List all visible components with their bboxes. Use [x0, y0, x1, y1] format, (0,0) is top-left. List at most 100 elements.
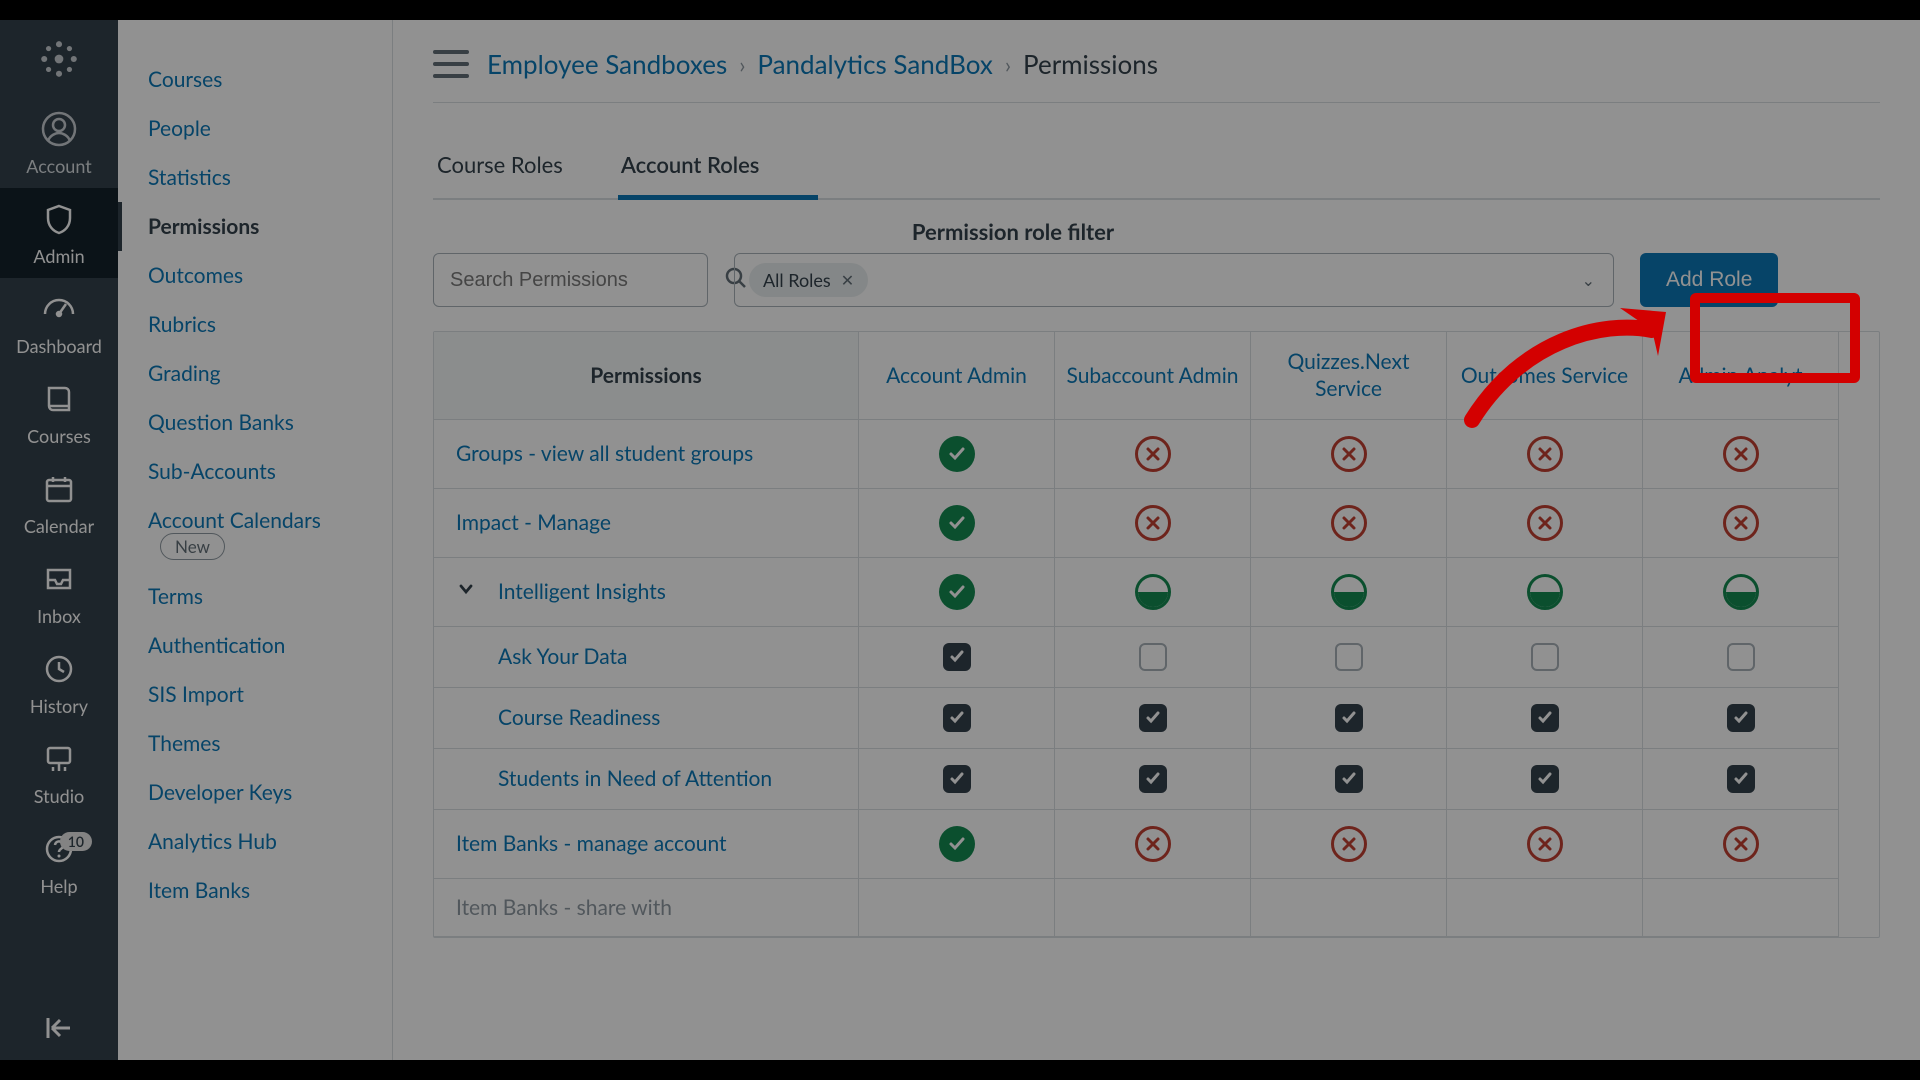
subnav-item-sub-accounts[interactable]: Sub-Accounts: [118, 447, 392, 496]
perm-row-name[interactable]: Intelligent Insights: [434, 558, 859, 627]
perm-checkbox-checked[interactable]: [1727, 765, 1755, 793]
nav-admin-label: Admin: [33, 245, 84, 267]
subnav-item-statistics[interactable]: Statistics: [118, 153, 392, 202]
perm-checkbox-checked[interactable]: [1139, 704, 1167, 732]
perm-checkbox-unchecked[interactable]: [1139, 643, 1167, 671]
nav-history[interactable]: History: [0, 638, 118, 728]
nav-inbox[interactable]: Inbox: [0, 548, 118, 638]
nav-calendar[interactable]: Calendar: [0, 458, 118, 548]
subnav-item-outcomes[interactable]: Outcomes: [118, 251, 392, 300]
perm-label: Students in Need of Attention: [498, 766, 772, 791]
perm-checkbox-checked[interactable]: [943, 704, 971, 732]
chip-remove-icon[interactable]: ✕: [841, 271, 854, 290]
perm-toggle-disabled[interactable]: [1135, 436, 1171, 472]
subnav-item-rubrics[interactable]: Rubrics: [118, 300, 392, 349]
subnav-item-question-banks[interactable]: Question Banks: [118, 398, 392, 447]
filter-chip-all-roles[interactable]: All Roles ✕: [749, 263, 868, 297]
col-header-role[interactable]: Account Admin: [859, 332, 1055, 420]
perm-row-name[interactable]: Item Banks - manage account: [434, 810, 859, 879]
nav-admin[interactable]: Admin: [0, 188, 118, 278]
subnav-item-themes[interactable]: Themes: [118, 719, 392, 768]
subnav-item-item-banks[interactable]: Item Banks: [118, 866, 392, 915]
perm-row-name[interactable]: Item Banks - share with: [434, 879, 859, 937]
hamburger-button[interactable]: [433, 50, 469, 78]
perm-checkbox-checked[interactable]: [1139, 765, 1167, 793]
account-subnav: CoursesPeopleStatisticsPermissionsOutcom…: [118, 20, 393, 1060]
nav-courses[interactable]: Courses: [0, 368, 118, 458]
perm-toggle-disabled[interactable]: [1723, 436, 1759, 472]
subnav-item-authentication[interactable]: Authentication: [118, 621, 392, 670]
nav-dashboard[interactable]: Dashboard: [0, 278, 118, 368]
perm-checkbox-checked[interactable]: [943, 643, 971, 671]
perm-toggle-disabled[interactable]: [1331, 436, 1367, 472]
perm-toggle-disabled[interactable]: [1527, 436, 1563, 472]
perm-cell: [1447, 688, 1643, 749]
nav-help[interactable]: 10 Help: [0, 818, 118, 908]
chevron-down-icon[interactable]: [456, 579, 476, 604]
subnav-item-sis-import[interactable]: SIS Import: [118, 670, 392, 719]
nav-collapse[interactable]: [0, 1000, 118, 1060]
perm-toggle-partial[interactable]: [1723, 574, 1759, 610]
search-input[interactable]: [450, 269, 715, 292]
perm-checkbox-unchecked[interactable]: [1335, 643, 1363, 671]
perm-checkbox-checked[interactable]: [1727, 704, 1755, 732]
chevron-down-icon: ⌄: [1582, 271, 1595, 290]
subnav-item-permissions[interactable]: Permissions: [118, 202, 392, 251]
subnav-item-people[interactable]: People: [118, 104, 392, 153]
app-frame: Account Admin Dashboard Courses: [0, 20, 1920, 1060]
subnav-item-analytics-hub[interactable]: Analytics Hub: [118, 817, 392, 866]
perm-checkbox-checked[interactable]: [1335, 765, 1363, 793]
perm-toggle-disabled[interactable]: [1723, 826, 1759, 862]
perm-cell: [1643, 879, 1839, 937]
perm-toggle-enabled[interactable]: [939, 574, 975, 610]
col-header-role[interactable]: Quizzes.Next Service: [1251, 332, 1447, 420]
perm-cell: [1643, 489, 1839, 558]
perm-toggle-disabled[interactable]: [1331, 826, 1367, 862]
perm-row-name[interactable]: Students in Need of Attention: [434, 749, 859, 810]
perm-toggle-disabled[interactable]: [1135, 505, 1171, 541]
tab-account-roles[interactable]: Account Roles: [617, 133, 764, 198]
col-header-role[interactable]: Outcomes Service: [1447, 332, 1643, 420]
nav-studio[interactable]: Studio: [0, 728, 118, 818]
perm-row-name[interactable]: Groups - view all student groups: [434, 420, 859, 489]
perm-checkbox-unchecked[interactable]: [1531, 643, 1559, 671]
subnav-item-terms[interactable]: Terms: [118, 572, 392, 621]
perm-checkbox-checked[interactable]: [1335, 704, 1363, 732]
perm-row-name[interactable]: Course Readiness: [434, 688, 859, 749]
perm-toggle-partial[interactable]: [1331, 574, 1367, 610]
perm-toggle-disabled[interactable]: [1527, 505, 1563, 541]
nav-account[interactable]: Account: [0, 98, 118, 188]
perm-toggle-enabled[interactable]: [939, 505, 975, 541]
perm-toggle-disabled[interactable]: [1135, 826, 1171, 862]
subnav-item-account-calendars[interactable]: Account CalendarsNew: [118, 496, 392, 572]
perm-toggle-disabled[interactable]: [1527, 826, 1563, 862]
col-header-role[interactable]: Admin Analyt: [1643, 332, 1839, 420]
perm-toggle-enabled[interactable]: [939, 436, 975, 472]
perm-toggle-enabled[interactable]: [939, 826, 975, 862]
subnav-item-grading[interactable]: Grading: [118, 349, 392, 398]
perm-cell: [1643, 749, 1839, 810]
perm-toggle-partial[interactable]: [1135, 574, 1171, 610]
perm-checkbox-checked[interactable]: [1531, 765, 1559, 793]
role-filter-select[interactable]: All Roles ✕ ⌄: [734, 253, 1614, 307]
perm-row-name[interactable]: Ask Your Data: [434, 627, 859, 688]
add-role-button[interactable]: Add Role: [1640, 253, 1778, 307]
crumb-root[interactable]: Employee Sandboxes: [487, 48, 727, 80]
col-header-role[interactable]: Subaccount Admin: [1055, 332, 1251, 420]
perm-toggle-disabled[interactable]: [1723, 505, 1759, 541]
help-badge: 10: [60, 832, 92, 851]
perm-toggle-disabled[interactable]: [1331, 505, 1367, 541]
nav-logo[interactable]: [0, 20, 118, 98]
subnav-item-courses[interactable]: Courses: [118, 55, 392, 104]
subnav-item-developer-keys[interactable]: Developer Keys: [118, 768, 392, 817]
perm-row-name[interactable]: Impact - Manage: [434, 489, 859, 558]
perm-toggle-partial[interactable]: [1527, 574, 1563, 610]
perm-cell: [1447, 558, 1643, 627]
chip-label: All Roles: [763, 269, 831, 291]
tab-course-roles[interactable]: Course Roles: [433, 133, 567, 198]
perm-checkbox-checked[interactable]: [1531, 704, 1559, 732]
search-permissions[interactable]: [433, 253, 708, 307]
perm-checkbox-unchecked[interactable]: [1727, 643, 1755, 671]
crumb-account[interactable]: Pandalytics SandBox: [757, 48, 992, 80]
perm-checkbox-checked[interactable]: [943, 765, 971, 793]
